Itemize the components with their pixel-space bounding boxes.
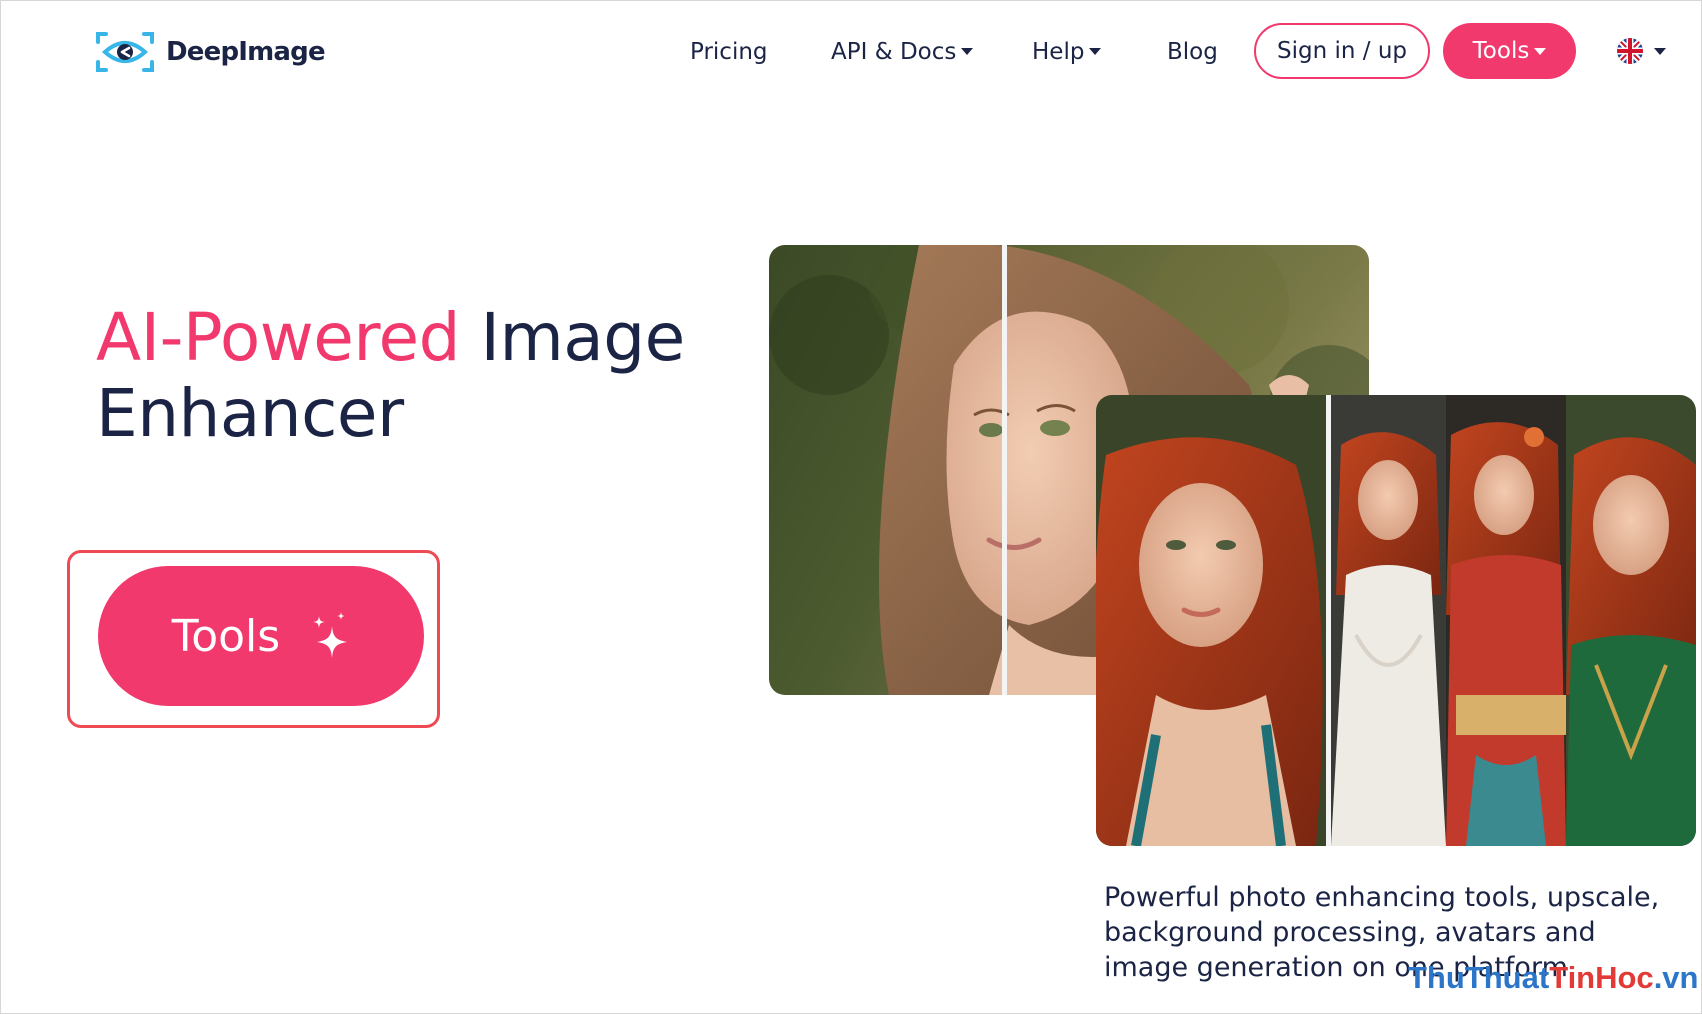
hero-title: AI-Powered Image Enhancer [96, 300, 685, 452]
tools-dropdown-button[interactable]: Tools [1443, 23, 1576, 79]
watermark-blue: ThuThuat [1408, 960, 1550, 995]
sign-in-label: Sign in / up [1277, 38, 1407, 64]
watermark-suffix: .vn [1653, 960, 1699, 995]
nav-api-docs-label: API & Docs [831, 39, 957, 65]
logo-text: DeepImage [166, 37, 326, 67]
sign-in-button[interactable]: Sign in / up [1254, 23, 1430, 79]
hero-title-accent: AI-Powered [96, 299, 461, 376]
watermark-red: TinHoc [1549, 960, 1654, 995]
hero-title-rest: Image [480, 299, 686, 376]
chevron-down-icon [961, 48, 974, 55]
logo-eye-icon [96, 32, 154, 72]
tools-hero-button[interactable]: Tools [98, 566, 424, 706]
watermark: ThuThuatTinHoc.vn [1408, 960, 1698, 996]
nav-blog[interactable]: Blog [1167, 36, 1218, 68]
nav-pricing[interactable]: Pricing [690, 36, 768, 68]
red-hair-avatars-image [1096, 395, 1696, 846]
nav-help[interactable]: Help [1032, 36, 1102, 68]
deepimage-logo[interactable]: DeepImage [96, 30, 326, 74]
nav-blog-label: Blog [1167, 39, 1218, 65]
chevron-down-icon [1089, 48, 1102, 55]
tools-hero-label: Tools [171, 610, 281, 662]
sparkle-icon [313, 612, 348, 658]
chevron-down-icon [1534, 47, 1547, 55]
nav-api-docs[interactable]: API & Docs [831, 36, 974, 68]
chevron-down-icon [1654, 47, 1666, 55]
tools-nav-label: Tools [1472, 38, 1530, 64]
nav-pricing-label: Pricing [690, 39, 768, 65]
uk-flag-icon [1617, 38, 1643, 64]
language-selector[interactable] [1616, 37, 1666, 65]
hero-title-line2: Enhancer [96, 375, 404, 452]
nav-help-label: Help [1032, 39, 1085, 65]
